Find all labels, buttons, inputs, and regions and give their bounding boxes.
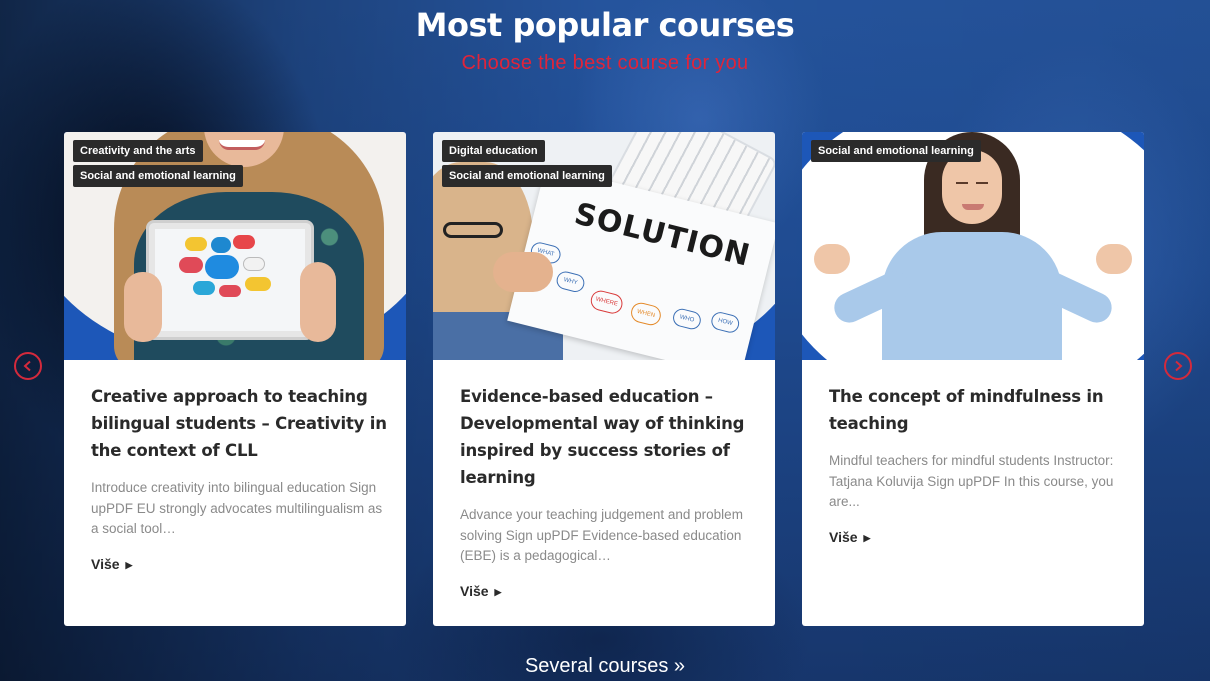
section-title: Most popular courses bbox=[415, 6, 795, 44]
carousel-prev-button[interactable] bbox=[14, 352, 42, 380]
course-description: Mindful teachers for mindful students In… bbox=[829, 453, 1114, 509]
caret-right-icon: ▶ bbox=[125, 560, 133, 570]
course-card[interactable]: Creativity and the arts Social and emoti… bbox=[64, 132, 406, 626]
section-subtitle: Choose the best course for you bbox=[461, 52, 749, 74]
course-tag[interactable]: Social and emotional learning bbox=[442, 165, 612, 187]
caret-right-icon: ▶ bbox=[863, 533, 871, 543]
carousel-next-button[interactable] bbox=[1164, 352, 1192, 380]
course-tag[interactable]: Social and emotional learning bbox=[811, 140, 981, 162]
chevron-right-icon bbox=[1175, 360, 1183, 372]
chevron-left-icon bbox=[23, 360, 31, 372]
course-title[interactable]: Evidence-based education – Developmental… bbox=[460, 383, 756, 491]
more-label: Više bbox=[91, 556, 120, 572]
several-courses-link[interactable]: Several courses » bbox=[0, 655, 1210, 678]
course-tag[interactable]: Creativity and the arts bbox=[73, 140, 203, 162]
left-hand bbox=[124, 272, 162, 342]
more-link[interactable]: Više ▶ bbox=[460, 583, 501, 599]
course-description: Advance your teaching judgement and prob… bbox=[460, 507, 743, 563]
course-image[interactable]: Social and emotional learning bbox=[802, 132, 1144, 360]
more-label: Više bbox=[460, 583, 489, 599]
course-card[interactable]: SOLUTION WHAT WHY WHERE WHEN WHO HOW Dig… bbox=[433, 132, 775, 626]
course-tag[interactable]: Social and emotional learning bbox=[73, 165, 243, 187]
left-hand bbox=[814, 244, 850, 274]
bubble-when: WHEN bbox=[628, 300, 663, 328]
smile bbox=[219, 140, 265, 150]
course-image[interactable]: SOLUTION WHAT WHY WHERE WHEN WHO HOW Dig… bbox=[433, 132, 775, 360]
bubble-who: WHO bbox=[671, 306, 703, 332]
bubble-how: HOW bbox=[709, 310, 742, 335]
hand bbox=[493, 252, 553, 292]
right-hand bbox=[300, 262, 336, 342]
smile bbox=[962, 204, 984, 210]
glasses bbox=[443, 222, 503, 238]
course-tag[interactable]: Digital education bbox=[442, 140, 545, 162]
course-title[interactable]: The concept of mindfulness in teaching bbox=[829, 383, 1125, 437]
course-image[interactable]: Creativity and the arts Social and emoti… bbox=[64, 132, 406, 360]
person-shirt bbox=[882, 232, 1062, 360]
tablet bbox=[146, 220, 314, 340]
more-label: Više bbox=[829, 529, 858, 545]
right-hand bbox=[1096, 244, 1132, 274]
caret-right-icon: ▶ bbox=[494, 587, 502, 597]
bubble-where: WHERE bbox=[588, 288, 625, 316]
more-link[interactable]: Više ▶ bbox=[91, 556, 132, 572]
course-description: Introduce creativity into bilingual educ… bbox=[91, 480, 383, 536]
bubble-why: WHY bbox=[554, 269, 587, 294]
course-card[interactable]: Social and emotional learning The concep… bbox=[802, 132, 1144, 626]
closed-eye bbox=[976, 182, 988, 184]
course-title[interactable]: Creative approach to teaching bilingual … bbox=[91, 383, 387, 464]
closed-eye bbox=[956, 182, 968, 184]
more-link[interactable]: Više ▶ bbox=[829, 529, 870, 545]
